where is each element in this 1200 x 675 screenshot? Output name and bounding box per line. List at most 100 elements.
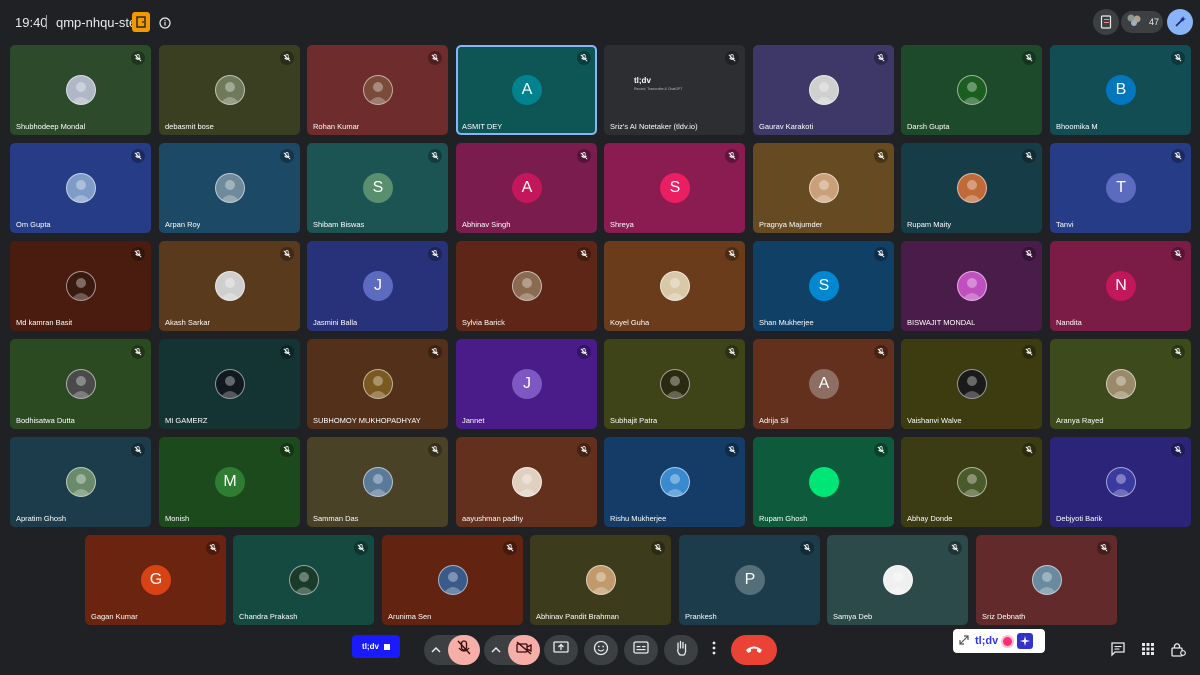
participant-tile[interactable]: Om Gupta — [10, 143, 151, 233]
participant-tile[interactable]: Koyel Guha — [604, 241, 745, 331]
participant-tile[interactable]: Samya Deb — [827, 535, 968, 625]
mic-muted-icon — [577, 247, 591, 261]
participant-tile[interactable]: Darsh Gupta — [901, 45, 1042, 135]
avatar-circle — [809, 467, 839, 497]
participant-name: Darsh Gupta — [907, 122, 950, 131]
participant-tile[interactable]: Gaurav Karakoti — [753, 45, 894, 135]
participant-tile[interactable]: Abhinav Pandit Brahman — [530, 535, 671, 625]
tldv-extension-panel[interactable]: tl;dv — [953, 629, 1045, 653]
participant-tile[interactable]: tl;dv Record, Transcribe & ChatGPT Sriz's … — [604, 45, 745, 135]
avatar-photo — [957, 271, 987, 301]
participant-name: Nandita — [1056, 318, 1082, 327]
participant-tile[interactable]: Rupam Maity — [901, 143, 1042, 233]
participant-tile[interactable]: A Abhinav Singh — [456, 143, 597, 233]
mic-muted-icon — [131, 443, 145, 457]
mic-muted-icon — [948, 541, 962, 555]
participant-tile[interactable]: debasmit bose — [159, 45, 300, 135]
more-options-button[interactable] — [704, 635, 724, 665]
host-controls-icon[interactable] — [1170, 641, 1186, 657]
participant-tile[interactable]: A Adrija Sil — [753, 339, 894, 429]
participant-tile[interactable]: Arunima Sen — [382, 535, 523, 625]
captions-button[interactable] — [624, 635, 658, 665]
ai-sparkle-icon[interactable] — [1167, 9, 1193, 35]
camera-off-icon — [516, 640, 532, 660]
participant-name: ASMIT DEY — [462, 122, 503, 131]
camera-toggle-button[interactable] — [508, 635, 540, 665]
participant-name: Aranya Rayed — [1056, 416, 1104, 425]
mic-muted-icon — [206, 541, 220, 555]
participant-name: Bhoomika M — [1056, 122, 1098, 131]
participant-tile[interactable]: Apratim Ghosh — [10, 437, 151, 527]
camera-options-button[interactable] — [484, 635, 508, 665]
participant-tile[interactable]: Sylvia Barick — [456, 241, 597, 331]
mic-muted-icon — [1171, 345, 1185, 359]
participant-tile[interactable]: M Monish — [159, 437, 300, 527]
participant-name: Akash Sarkar — [165, 318, 211, 327]
avatar-photo — [215, 369, 245, 399]
participant-tile[interactable]: S Shan Mukherjee — [753, 241, 894, 331]
participant-tile[interactable]: Pragnya Majumder — [753, 143, 894, 233]
reactions-button[interactable] — [584, 635, 618, 665]
participant-name: Subhajit Patra — [610, 416, 658, 425]
avatar-initial: G — [141, 565, 171, 595]
present-button[interactable] — [544, 635, 578, 665]
participant-tile[interactable]: S Shreya — [604, 143, 745, 233]
participant-tile[interactable]: Md kamran Basit — [10, 241, 151, 331]
participant-tile[interactable]: Subhajit Patra — [604, 339, 745, 429]
participant-name: Rohan Kumar — [313, 122, 360, 131]
participant-tile[interactable]: Debjyoti Barik — [1050, 437, 1191, 527]
mic-muted-icon — [874, 247, 888, 261]
avatar-initial: T — [1106, 173, 1136, 203]
participant-tile[interactable]: J Jannet — [456, 339, 597, 429]
raise-hand-button[interactable] — [664, 635, 698, 665]
participant-tile[interactable]: SUBHOMOY MUKHOPADHYAY — [307, 339, 448, 429]
activities-icon[interactable] — [1140, 641, 1156, 657]
participant-name: Chandra Prakash — [239, 612, 298, 621]
avatar-photo — [809, 75, 839, 105]
tldv-chip-label: tl;dv — [362, 642, 379, 651]
participant-tile[interactable]: Vaishanvi Walve — [901, 339, 1042, 429]
participant-tile[interactable]: aayushman padhy — [456, 437, 597, 527]
participant-tile[interactable]: MI GAMERZ — [159, 339, 300, 429]
door-icon[interactable] — [132, 12, 150, 32]
participant-name: Sylvia Barick — [462, 318, 505, 327]
participant-tile[interactable]: Abhay Donde — [901, 437, 1042, 527]
avatar-photo — [215, 271, 245, 301]
report-icon[interactable] — [1093, 9, 1119, 35]
participant-tile[interactable]: J Jasmini Balla — [307, 241, 448, 331]
participant-tile[interactable]: G Gagan Kumar — [85, 535, 226, 625]
mic-options-button[interactable] — [424, 635, 448, 665]
expand-icon[interactable] — [959, 632, 969, 650]
participant-name: Shan Mukherjee — [759, 318, 814, 327]
participant-name: Rupam Ghosh — [759, 514, 808, 523]
participant-tile[interactable]: Rohan Kumar — [307, 45, 448, 135]
stop-square-icon — [383, 643, 390, 650]
mic-toggle-button[interactable] — [448, 635, 480, 665]
participant-tile[interactable]: Samman Das — [307, 437, 448, 527]
participant-tile[interactable]: Rishu Mukherjee — [604, 437, 745, 527]
info-icon[interactable] — [159, 16, 171, 29]
leave-call-button[interactable] — [731, 635, 777, 665]
participant-tile[interactable]: S Shibam Biswas — [307, 143, 448, 233]
participant-tile[interactable]: Akash Sarkar — [159, 241, 300, 331]
avatar-photo — [512, 467, 542, 497]
participant-tile[interactable]: Aranya Rayed — [1050, 339, 1191, 429]
chat-icon[interactable] — [1110, 641, 1126, 657]
participant-tile[interactable]: BISWAJIT MONDAL — [901, 241, 1042, 331]
sparkle-badge-icon[interactable] — [1017, 633, 1034, 649]
participant-tile[interactable]: Bodhisatwa Dutta — [10, 339, 151, 429]
participant-tile[interactable]: A ASMIT DEY — [456, 45, 597, 135]
participant-tile[interactable]: Chandra Prakash — [233, 535, 374, 625]
participant-tile[interactable]: P Prankesh — [679, 535, 820, 625]
participant-tile[interactable]: B Bhoomika M — [1050, 45, 1191, 135]
participant-tile[interactable]: Sriz Debnath — [976, 535, 1117, 625]
people-button[interactable]: 47 — [1121, 11, 1163, 33]
participant-name: Shibam Biswas — [313, 220, 365, 229]
participant-tile[interactable]: Rupam Ghosh — [753, 437, 894, 527]
tldv-recording-chip[interactable]: tl;dv — [352, 635, 400, 658]
participant-tile[interactable]: N Nandita — [1050, 241, 1191, 331]
avatar-photo — [1106, 369, 1136, 399]
participant-tile[interactable]: Shubhodeep Mondal — [10, 45, 151, 135]
participant-tile[interactable]: T Tanvi — [1050, 143, 1191, 233]
participant-tile[interactable]: Arpan Roy — [159, 143, 300, 233]
